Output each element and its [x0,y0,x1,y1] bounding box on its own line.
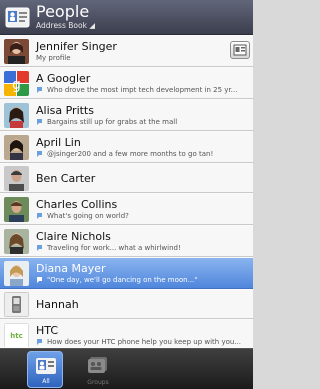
contact-name: A Googler [36,72,91,85]
status-update-icon [37,339,42,345]
contact-name: Diana Mayer [36,262,106,275]
contact-name: April Lin [36,136,81,149]
contact-status: Bargains still up for grabs at the mall [36,118,248,127]
contact-status: Who drove the most impt tech development… [36,86,248,95]
contact-status: @jsinger200 and a few more months to go … [36,150,248,159]
contacts-tab-icon [36,358,56,374]
tab-all[interactable]: All [27,351,63,388]
contact-name: Ben Carter [36,172,96,185]
status-update-icon [37,277,42,283]
status-update-icon [37,87,42,93]
tab-label: Groups [87,379,109,386]
contact-name: Charles Collins [36,198,118,211]
bottom-tab-bar: All Groups [0,348,253,389]
groups-tab-icon [88,357,107,373]
diana-avatar [4,261,29,286]
contact-row-charles-collins[interactable]: Charles Collins What's going on world? [0,194,253,225]
svg-text:g: g [12,77,21,93]
contact-card-button[interactable] [230,41,250,59]
htc-logo: htc [4,323,29,347]
tab-label: All [42,378,50,385]
people-app-icon [5,7,30,28]
svg-text:htc: htc [10,332,22,340]
contact-name: Hannah [36,298,79,311]
contact-name: Alisa Pritts [36,104,94,117]
april-avatar [4,135,29,160]
contact-row-htc[interactable]: htc HTC How does your HTC phone help you… [0,320,253,347]
contact-status: My profile [36,54,71,62]
alisa-avatar [4,103,29,128]
contact-name: Claire Nichols [36,230,111,243]
contact-row-a-googler[interactable]: g A Googler Who drove the most impt tech… [0,68,253,99]
claire-avatar [4,229,29,254]
contact-list[interactable]: Jennifer Singer My profile g A Googler W… [0,36,253,347]
contact-status: How does your HTC phone help you keep up… [36,338,248,347]
contact-name: HTC [36,324,59,337]
status-update-icon [37,213,42,219]
tab-groups[interactable]: Groups [80,351,116,388]
contact-row-jennifer-singer[interactable]: Jennifer Singer My profile [0,36,253,67]
contact-row-alisa-pritts[interactable]: Alisa Pritts Bargains still up for grabs… [0,100,253,131]
contact-name: Jennifer Singer [36,40,117,53]
contact-row-diana-mayer[interactable]: Diana Mayer "One day, we'll go dancing o… [0,258,253,289]
contact-status: Traveling for work... what a whirlwind! [36,244,248,253]
contact-row-april-lin[interactable]: April Lin @jsinger200 and a few more mon… [0,132,253,163]
contact-card-icon [233,44,247,56]
status-update-icon [37,151,42,157]
app-header: People Address Book ◢ [0,0,253,35]
contact-row-claire-nichols[interactable]: Claire Nichols Traveling for work... wha… [0,226,253,257]
contact-row-hannah[interactable]: Hannah [0,290,253,319]
page-title: People [36,2,90,21]
contact-row-ben-carter[interactable]: Ben Carter [0,164,253,193]
people-app: People Address Book ◢ Jennifer Singer My… [0,0,253,389]
account-selector[interactable]: Address Book ◢ [36,21,95,31]
jennifer-avatar [4,39,29,64]
status-update-icon [37,245,42,251]
contact-status: "One day, we'll go dancing on the moon..… [36,276,248,285]
google-logo: g [4,71,29,96]
ben-avatar [4,166,29,191]
status-update-icon [37,119,42,125]
charles-avatar [4,197,29,222]
contact-status: What's going on world? [36,212,248,221]
phone-icon [4,292,29,317]
